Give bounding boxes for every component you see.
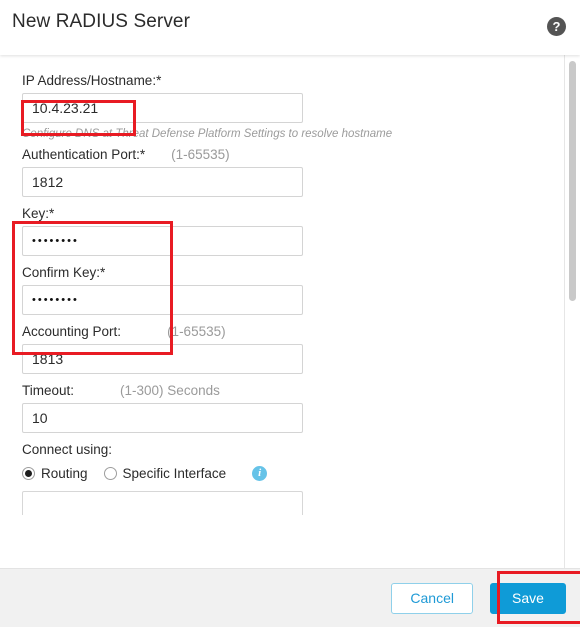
accounting-port-range: (1-65535) bbox=[167, 324, 226, 339]
radius-server-form: IP Address/Hostname:* Configure DNS at T… bbox=[0, 55, 580, 568]
confirm-key-label: Confirm Key:* bbox=[22, 265, 580, 280]
accounting-port-label: Accounting Port: (1-65535) bbox=[22, 324, 580, 339]
info-circle-icon[interactable]: i bbox=[252, 466, 268, 481]
timeout-input[interactable] bbox=[22, 403, 303, 433]
ip-address-input[interactable] bbox=[22, 93, 303, 123]
dialog-body: IP Address/Hostname:* Configure DNS at T… bbox=[0, 55, 580, 568]
field-authentication-port: Authentication Port:* (1-65535) bbox=[22, 147, 580, 197]
ip-address-hint: Configure DNS at Threat Defense Platform… bbox=[22, 128, 393, 140]
dialog-header: New RADIUS Server ? bbox=[0, 0, 580, 55]
connect-using-label-text: Connect using: bbox=[22, 442, 113, 457]
field-ip-address: IP Address/Hostname:* Configure DNS at T… bbox=[22, 73, 580, 140]
radio-option-specific-interface[interactable]: Specific Interface bbox=[103, 466, 227, 481]
key-label: Key:* bbox=[22, 206, 580, 221]
timeout-range: (1-300) Seconds bbox=[120, 383, 220, 398]
ip-address-label-text: IP Address/Hostname:* bbox=[22, 73, 162, 88]
radio-label-routing: Routing bbox=[41, 466, 88, 481]
authentication-port-range: (1-65535) bbox=[171, 147, 230, 162]
body-right-edge bbox=[564, 55, 565, 568]
radio-option-routing[interactable]: Routing bbox=[22, 466, 88, 481]
field-accounting-port: Accounting Port: (1-65535) bbox=[22, 324, 580, 374]
form-scrollbar-thumb[interactable] bbox=[569, 61, 576, 301]
cancel-button[interactable]: Cancel bbox=[391, 582, 473, 614]
accounting-port-input[interactable] bbox=[22, 344, 303, 374]
field-confirm-key: Confirm Key:* bbox=[22, 265, 580, 315]
save-button[interactable]: Save bbox=[490, 582, 566, 614]
accounting-port-label-text: Accounting Port: bbox=[22, 324, 122, 339]
radio-mark-specific-interface bbox=[103, 467, 117, 480]
authentication-port-input[interactable] bbox=[22, 167, 303, 197]
connect-using-radio-group: Routing Specific Interface i bbox=[22, 466, 580, 481]
field-timeout: Timeout: (1-300) Seconds bbox=[22, 383, 580, 433]
dialog-footer: Cancel Save bbox=[0, 568, 580, 627]
key-label-text: Key:* bbox=[22, 206, 55, 221]
new-radius-server-dialog: New RADIUS Server ? IP Address/Hostname:… bbox=[0, 0, 580, 627]
key-input[interactable] bbox=[22, 226, 303, 256]
timeout-label-text: Timeout: bbox=[22, 383, 75, 398]
confirm-key-label-text: Confirm Key:* bbox=[22, 265, 106, 280]
confirm-key-input[interactable] bbox=[22, 285, 303, 315]
radio-label-specific-interface: Specific Interface bbox=[122, 466, 227, 481]
ip-address-label: IP Address/Hostname:* bbox=[22, 73, 580, 88]
connect-using-label: Connect using: bbox=[22, 442, 580, 457]
form-scrollbar[interactable] bbox=[569, 55, 576, 568]
authentication-port-label-text: Authentication Port:* bbox=[22, 147, 146, 162]
page-title: New RADIUS Server bbox=[12, 11, 191, 32]
field-key: Key:* bbox=[22, 206, 580, 256]
timeout-label: Timeout: (1-300) Seconds bbox=[22, 383, 580, 398]
authentication-port-label: Authentication Port:* (1-65535) bbox=[22, 147, 580, 162]
help-circle-icon[interactable]: ? bbox=[547, 17, 566, 36]
radio-mark-routing bbox=[22, 467, 35, 480]
clipped-input-below-fold[interactable] bbox=[22, 491, 303, 515]
field-connect-using: Connect using: Routing Specific Interfac… bbox=[22, 442, 580, 481]
